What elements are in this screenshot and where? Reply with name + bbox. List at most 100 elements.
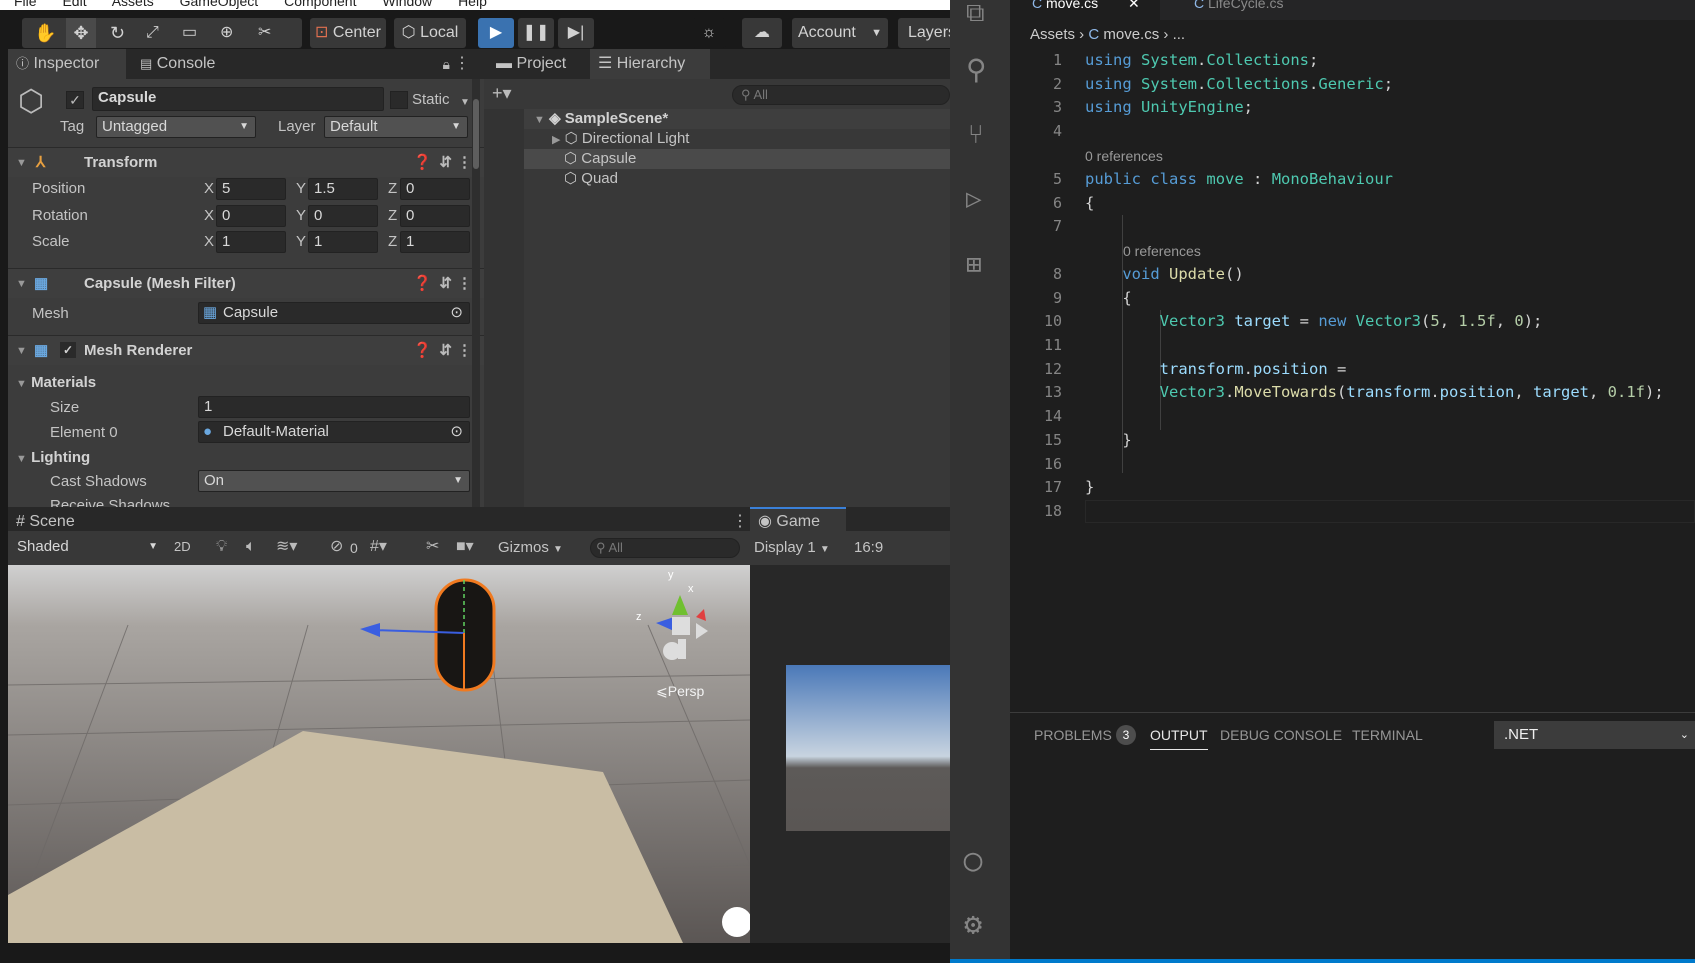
position-z-field[interactable]: 0 [400,178,470,200]
preset-icon[interactable]: ⇵ [439,269,452,299]
inspector-scrollbar[interactable] [472,79,480,507]
explorer-icon[interactable]: ⧉ [966,0,985,26]
lightbulb-icon[interactable]: 💡︎ [216,539,227,555]
scene-row[interactable]: ▼ ◈ SampleScene* [524,109,950,129]
pivot-center-button[interactable]: ⊡ Center [310,18,386,48]
more-icon[interactable]: ⋮ [457,336,472,366]
object-picker-icon[interactable]: ⊙ [450,422,463,442]
gizmos-dropdown[interactable]: Gizmos ▼ [498,539,568,556]
scale-x-field[interactable]: 1 [216,231,286,253]
hierarchy-item-directional-light[interactable]: ▶ ⬡ Directional Light [524,129,950,149]
more-icon[interactable]: ⋮ [457,148,472,178]
transform-header[interactable]: ▼ ⅄ Transform ❓ ⇵ ⋮ [8,147,484,177]
display-dropdown[interactable]: Display 1 ▼ [754,539,854,556]
tab-inspector[interactable]: ⓘ Inspector [8,49,126,79]
position-x-field[interactable]: 5 [216,178,286,200]
layers-dropdown[interactable]: Layers [898,18,950,48]
active-checkbox[interactable]: ✓ [66,91,84,109]
hierarchy-item-capsule[interactable]: ⬡ Capsule [524,149,950,169]
rotation-y-field[interactable]: 0 [308,205,378,227]
help-icon[interactable]: ❓ [413,336,432,366]
preset-icon[interactable]: ⇵ [439,148,452,178]
scene-viewport[interactable]: x y z ⩽Persp [8,565,750,943]
tag-dropdown[interactable]: Untagged ▼ [96,116,256,138]
source-control-icon[interactable]: ⑂ [968,122,984,148]
tab-problems[interactable]: PROBLEMS [1034,727,1112,743]
menu-edit[interactable]: Edit [62,0,86,9]
camera-icon[interactable]: ■▾ [456,539,474,555]
play-button[interactable]: ▶ [478,18,514,48]
scale-y-field[interactable]: 1 [308,231,378,253]
rotation-z-field[interactable]: 0 [400,205,470,227]
codelens-references[interactable]: 0 references [1123,243,1201,259]
game-viewport[interactable] [786,665,950,831]
scene-search-input[interactable]: ⚲ All [590,538,740,558]
extensions-icon[interactable]: ⊞ [966,252,982,278]
mesh-object-field[interactable]: ▦ Capsule ⊙ [198,302,470,324]
static-checkbox[interactable] [390,91,408,109]
tab-terminal[interactable]: TERMINAL [1352,727,1423,743]
preset-icon[interactable]: ⇵ [439,336,452,366]
scene-handle[interactable] [722,907,750,937]
tab-output[interactable]: OUTPUT [1150,727,1208,750]
lock-icon[interactable]: 🔒︎ [443,56,450,72]
help-icon[interactable]: ❓ [413,148,432,178]
materials-size-field[interactable]: 1 [198,396,470,418]
lighting-foldout[interactable]: ▼ Lighting [16,449,216,466]
menu-assets[interactable]: Assets [112,0,154,9]
tab-project[interactable]: ▬ Project [488,49,588,79]
rotate-tool-icon[interactable]: ↻ [110,18,125,48]
account-dropdown[interactable]: Account ▼ [792,18,888,48]
pivot-local-button[interactable]: ⬡ Local [394,18,466,48]
custom-tool-icon[interactable]: ✂ [258,18,271,48]
element0-object-field[interactable]: ● Default-Material ⊙ [198,421,470,443]
hierarchy-item-quad[interactable]: ⬡ Quad [524,169,950,189]
tab-hierarchy[interactable]: ☰ Hierarchy [590,49,710,79]
more-icon[interactable]: ⋮ [454,56,470,72]
gear-icon[interactable]: ⚙ [964,910,982,940]
object-picker-icon[interactable]: ⊙ [450,303,463,323]
shading-dropdown[interactable]: Shaded ▼ [12,537,162,559]
add-icon[interactable]: +▾ [492,84,512,102]
rect-tool-icon[interactable]: ▭ [182,18,197,48]
position-y-field[interactable]: 1.5 [308,178,378,200]
aspect-dropdown[interactable]: 16:9 [854,539,914,556]
hand-tool-icon[interactable]: ✋ [34,18,56,48]
tools-icon[interactable]: ✂ [426,539,439,555]
more-icon[interactable]: ⋮ [457,269,472,299]
tab-game[interactable]: ◉ Game [750,507,846,533]
hierarchy-search-input[interactable]: ⚲ All [732,85,950,105]
menu-help[interactable]: Help [458,0,487,9]
audio-icon[interactable]: 🔈︎ [246,539,256,555]
menu-file[interactable]: File [14,0,37,9]
run-debug-icon[interactable]: ▷ [966,186,982,212]
breadcrumb-assets[interactable]: Assets [1030,26,1075,43]
transform-tool-icon[interactable]: ⊕ [220,18,233,48]
effects-icon[interactable]: ≋▾ [276,539,297,555]
renderer-enabled-checkbox[interactable]: ✓ [60,342,76,358]
services-button[interactable]: ☼ [692,18,726,48]
codelens-references[interactable]: 0 references [1085,148,1163,164]
tab-debug-console[interactable]: DEBUG CONSOLE [1220,727,1342,743]
persp-label[interactable]: ⩽Persp [656,683,736,700]
pause-button[interactable]: ❚❚ [518,18,554,48]
scrollbar-thumb[interactable] [473,99,479,169]
more-icon[interactable]: ⋮ [732,514,748,530]
materials-foldout[interactable]: ▼ Materials [16,374,216,391]
chevron-down-icon[interactable]: ▼ [460,95,470,111]
mesh-filter-header[interactable]: ▼ ▦ Capsule (Mesh Filter) ❓ ⇵ ⋮ [8,268,484,298]
mesh-renderer-header[interactable]: ▼ ▦ ✓ Mesh Renderer ❓ ⇵ ⋮ [8,335,484,365]
output-channel-dropdown[interactable]: .NET ⌄ [1494,721,1695,749]
step-button[interactable]: ▶| [558,18,594,48]
search-icon[interactable]: ⚲ [966,56,987,84]
move-tool-icon[interactable]: ✥ [66,18,96,48]
help-icon[interactable]: ❓ [413,269,432,299]
menu-component[interactable]: Component [284,0,356,9]
object-name-input[interactable]: Capsule [92,87,384,111]
hidden-objects-icon[interactable]: ⊘ [330,539,343,555]
grid-snap-icon[interactable]: #▾ [370,539,387,555]
menu-window[interactable]: Window [382,0,432,9]
account-icon[interactable]: ◯ [964,846,982,876]
code-area[interactable]: using System.Collections; using System.C… [1085,0,1695,712]
layer-dropdown[interactable]: Default ▼ [324,116,468,138]
